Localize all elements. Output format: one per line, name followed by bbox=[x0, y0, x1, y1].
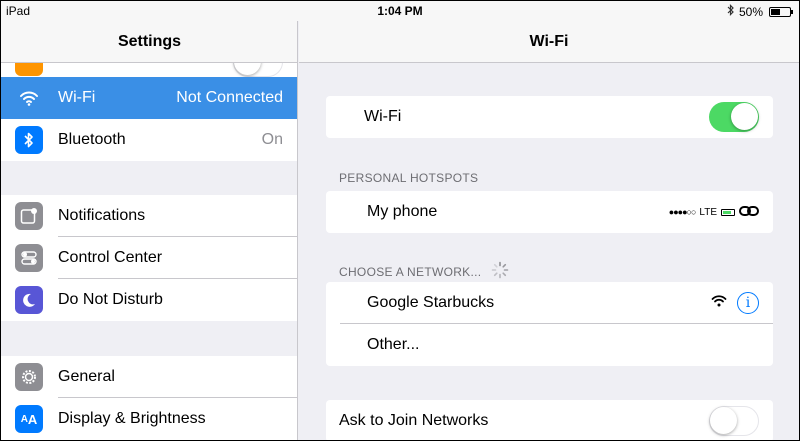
wifi-detail-pane: Wi-Fi Wi-Fi PERSONAL HOTSPOTS My phone ●… bbox=[299, 21, 799, 440]
sidebar-item-label: Notifications bbox=[58, 207, 146, 224]
sidebar-item-label: Control Center bbox=[58, 249, 163, 266]
sidebar-item-label: Wi-Fi bbox=[58, 89, 96, 106]
ask-to-join-card: Ask to Join Networks bbox=[326, 400, 773, 440]
sidebar-item-label: General bbox=[58, 368, 115, 385]
network-name: Google Starbucks bbox=[367, 294, 495, 311]
sidebar-item-notifications[interactable]: Notifications bbox=[1, 195, 297, 237]
sidebar-item-do-not-disturb[interactable]: Do Not Disturb bbox=[1, 279, 297, 321]
notifications-icon bbox=[15, 202, 43, 230]
wifi-toggle-label: Wi-Fi bbox=[364, 108, 402, 125]
wifi-toggle-row: Wi-Fi bbox=[326, 96, 773, 138]
gear-icon bbox=[15, 363, 43, 391]
sidebar-item-display-brightness[interactable]: AA Display & Brightness bbox=[1, 398, 297, 440]
sidebar-item-label: Bluetooth bbox=[58, 131, 126, 148]
status-right: 50% bbox=[727, 4, 793, 19]
detail-title: Wi-Fi bbox=[299, 21, 799, 63]
spinner-icon bbox=[491, 261, 509, 282]
bluetooth-status-value: On bbox=[261, 131, 283, 148]
hotspot-signal: ●●●●○○ LTE bbox=[669, 205, 759, 220]
sidebar-title: Settings bbox=[1, 21, 297, 63]
wifi-toggle[interactable] bbox=[709, 102, 759, 132]
ipad-screen: iPad 1:04 PM 50% Settings Wi-Fi Not Conn… bbox=[0, 0, 800, 441]
display-icon: AA bbox=[15, 405, 43, 433]
battery-icon bbox=[769, 6, 793, 17]
sidebar-item-bluetooth[interactable]: Bluetooth On bbox=[1, 119, 297, 161]
personal-hotspots-header: PERSONAL HOTSPOTS bbox=[339, 171, 479, 185]
moon-icon bbox=[15, 286, 43, 314]
hotspot-network-type: LTE bbox=[699, 206, 717, 218]
sidebar-item-control-center[interactable]: Control Center bbox=[1, 237, 297, 279]
wifi-toggle-card: Wi-Fi bbox=[326, 96, 773, 138]
bluetooth-status-icon bbox=[727, 4, 735, 19]
bluetooth-icon bbox=[15, 126, 43, 154]
choose-network-header: CHOOSE A NETWORK... bbox=[339, 264, 482, 279]
ask-to-join-toggle[interactable] bbox=[709, 406, 759, 436]
control-center-icon bbox=[15, 244, 43, 272]
networks-card: Google Starbucks i Other... bbox=[326, 282, 773, 366]
hotspot-row[interactable]: My phone ●●●●○○ LTE bbox=[326, 191, 773, 233]
ask-to-join-label: Ask to Join Networks bbox=[339, 412, 489, 429]
network-row-other[interactable]: Other... bbox=[326, 324, 773, 366]
hotspot-battery-icon bbox=[721, 208, 735, 216]
ask-to-join-row: Ask to Join Networks bbox=[326, 400, 773, 440]
hotspots-card: My phone ●●●●○○ LTE bbox=[326, 191, 773, 233]
link-icon bbox=[739, 205, 759, 220]
info-icon[interactable]: i bbox=[737, 292, 759, 314]
wifi-icon bbox=[15, 84, 43, 112]
status-time: 1:04 PM bbox=[377, 4, 423, 18]
sidebar-item-wifi[interactable]: Wi-Fi Not Connected bbox=[1, 77, 297, 119]
network-row-google-starbucks[interactable]: Google Starbucks i bbox=[326, 282, 773, 324]
wifi-status-value: Not Connected bbox=[176, 89, 283, 106]
battery-percent: 50% bbox=[738, 4, 763, 19]
choose-network-header-wrap: CHOOSE A NETWORK... bbox=[339, 261, 509, 282]
cell-signal-icon: ●●●●○○ bbox=[668, 207, 697, 217]
sidebar-item-label: Do Not Disturb bbox=[58, 291, 163, 308]
settings-sidebar: Settings Wi-Fi Not Connected Bluetooth O… bbox=[1, 21, 298, 440]
wifi-signal-icon bbox=[711, 294, 727, 312]
hotspot-name: My phone bbox=[367, 203, 438, 220]
network-name: Other... bbox=[367, 336, 420, 353]
sidebar-item-general[interactable]: General bbox=[1, 356, 297, 398]
status-bar: iPad 1:04 PM 50% bbox=[1, 1, 799, 21]
sidebar-item-label: Display & Brightness bbox=[58, 410, 206, 427]
